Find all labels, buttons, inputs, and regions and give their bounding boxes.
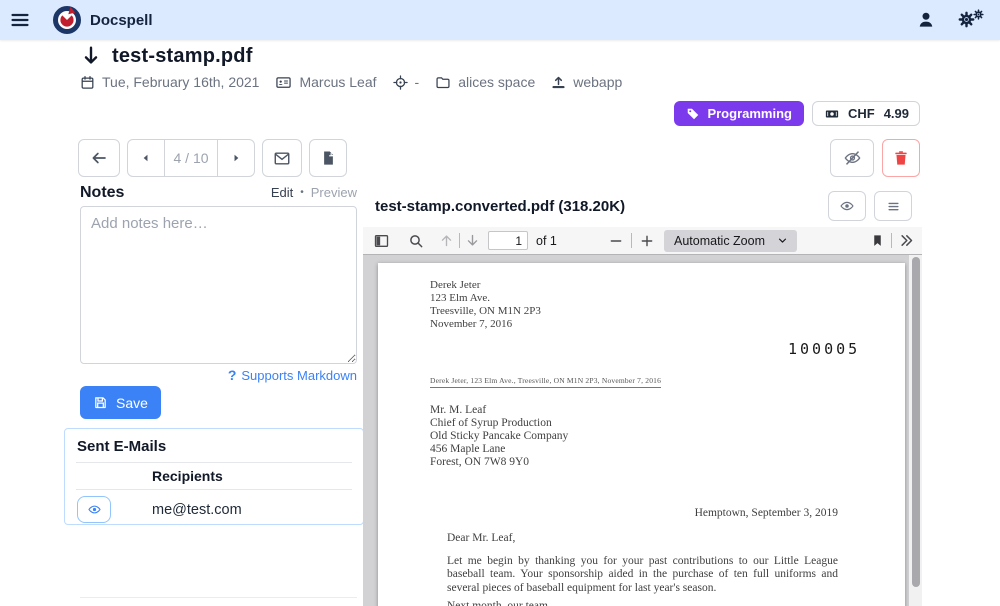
amount-badge[interactable]: CHF 4.99	[812, 101, 920, 126]
zoom-in-icon[interactable]	[640, 234, 654, 248]
item-metadata: Tue, February 16th, 2021 Marcus Leaf - a…	[80, 74, 622, 90]
eye-slash-icon	[843, 149, 862, 167]
envelope-icon	[273, 150, 291, 167]
page-down-icon[interactable]	[465, 233, 480, 248]
item-correspondent[interactable]: Marcus Leaf	[275, 74, 376, 90]
letter-dateline: Hemptown, September 3, 2019	[695, 507, 838, 519]
page-number-input[interactable]	[488, 231, 528, 250]
item-folder[interactable]: alices space	[435, 74, 535, 90]
item-source: webapp	[551, 74, 622, 90]
back-button[interactable]	[78, 139, 120, 177]
item-position-label: 4 / 10	[164, 140, 218, 176]
pdfjs-toolbar: of 1 Automatic Zoom	[363, 227, 922, 255]
item-toolbar-right	[830, 139, 920, 177]
caret-left-icon	[139, 151, 153, 165]
zoom-out-icon[interactable]	[609, 234, 623, 248]
settings-gears-icon[interactable]	[958, 9, 984, 31]
pdf-viewer[interactable]: Derek Jeter 123 Elm Ave. Treesville, ON …	[363, 255, 922, 606]
chevron-down-icon	[777, 235, 788, 246]
id-card-icon	[275, 75, 292, 90]
notes-link-separator: •	[300, 187, 304, 198]
item-toolbar-left: 4 / 10	[78, 139, 347, 177]
file-plus-icon	[321, 149, 336, 167]
stamp-number: 100005	[788, 340, 860, 358]
attachment-menu-button[interactable]	[874, 191, 912, 221]
docspell-logo	[52, 5, 82, 35]
user-menu-icon[interactable]	[916, 10, 936, 30]
item-pager: 4 / 10	[127, 139, 255, 177]
sent-email-row: me@test.com	[77, 490, 351, 523]
item-header: test-stamp.pdf	[80, 44, 253, 68]
arrow-down-icon	[80, 44, 102, 68]
notes-edit-link[interactable]: Edit	[271, 185, 293, 200]
question-icon: ?	[228, 367, 237, 383]
folder-icon	[435, 75, 451, 90]
attachment-filename: test-stamp.converted.pdf (318.20K)	[375, 198, 625, 215]
notes-preview-link[interactable]: Preview	[311, 185, 357, 200]
letter-recipient-block: Mr. M. Leaf Chief of Syrup Production Ol…	[430, 404, 568, 469]
prev-item-button[interactable]	[128, 140, 164, 176]
delete-button[interactable]	[882, 139, 920, 177]
next-item-button[interactable]	[218, 140, 254, 176]
recipient-address: me@test.com	[152, 502, 242, 518]
eye-icon	[87, 503, 102, 516]
pdf-page: Derek Jeter 123 Elm Ave. Treesville, ON …	[378, 263, 905, 606]
page-up-icon[interactable]	[439, 233, 454, 248]
caret-right-icon	[229, 151, 243, 165]
letter-body: Let me begin by thanking you for your pa…	[447, 555, 838, 595]
tag-icon	[686, 107, 700, 121]
docspell-item-page: Docspell test-stamp.pdf Tue, February 16…	[0, 0, 1000, 606]
item-title: test-stamp.pdf	[112, 45, 253, 68]
money-bill-icon	[823, 107, 841, 121]
crosshairs-icon	[393, 75, 408, 90]
app-title: Docspell	[90, 12, 153, 29]
zoom-select[interactable]: Automatic Zoom	[664, 230, 797, 252]
page-count-label: of 1	[536, 234, 557, 248]
badges-row: Programming CHF 4.99	[674, 101, 920, 126]
trash-icon	[893, 149, 909, 167]
arrow-left-icon	[90, 149, 108, 167]
notes-input[interactable]	[80, 206, 357, 364]
attachment-panel: test-stamp.converted.pdf (318.20K) of 1	[363, 185, 922, 606]
letter-body-partial: Next month, our team …	[447, 600, 838, 606]
tag-badge[interactable]: Programming	[674, 101, 804, 126]
toolbar-more-icon[interactable]	[899, 233, 914, 248]
sidebar-toggle-icon[interactable]	[373, 233, 390, 249]
toolbar-separator	[891, 233, 892, 248]
save-notes-button[interactable]: Save	[80, 386, 161, 419]
sent-emails-panel: Sent E-Mails Recipients me@test.com	[64, 428, 364, 525]
letter-salutation: Dear Mr. Leaf,	[447, 532, 515, 544]
menu-icon	[886, 199, 901, 214]
return-address-line: Derek Jeter, 123 Elm Ave., Treesville, O…	[430, 376, 661, 388]
eye-icon	[839, 199, 855, 213]
attachment-view-button[interactable]	[828, 191, 866, 221]
attachment-header: test-stamp.converted.pdf (318.20K)	[363, 185, 922, 227]
top-navbar: Docspell	[0, 0, 1000, 40]
toolbar-separator	[459, 233, 460, 248]
markdown-hint[interactable]: ?Supports Markdown	[80, 367, 357, 383]
item-concerning: -	[393, 74, 420, 90]
upload-icon	[551, 75, 566, 90]
bookmark-icon[interactable]	[871, 233, 884, 248]
sidebar-toggle-button[interactable]	[0, 0, 40, 40]
send-mail-button[interactable]	[262, 139, 302, 177]
search-icon[interactable]	[408, 233, 424, 249]
notes-title: Notes	[80, 184, 124, 202]
unconfirm-button[interactable]	[830, 139, 874, 177]
scrollbar-thumb[interactable]	[912, 257, 920, 587]
toolbar-separator	[631, 233, 632, 248]
section-divider	[80, 597, 357, 598]
pdf-scrollbar	[909, 255, 922, 606]
add-file-button[interactable]	[309, 139, 347, 177]
item-date: Tue, February 16th, 2021	[80, 74, 259, 90]
notes-header: Notes Edit • Preview	[80, 184, 357, 202]
letter-sender-block: Derek Jeter 123 Elm Ave. Treesville, ON …	[430, 279, 541, 331]
recipients-header: Recipients	[77, 463, 351, 489]
sent-emails-title: Sent E-Mails	[77, 438, 351, 455]
view-email-button[interactable]	[77, 496, 111, 523]
hamburger-icon	[10, 10, 30, 30]
calendar-icon	[80, 75, 95, 90]
save-icon	[93, 395, 108, 410]
